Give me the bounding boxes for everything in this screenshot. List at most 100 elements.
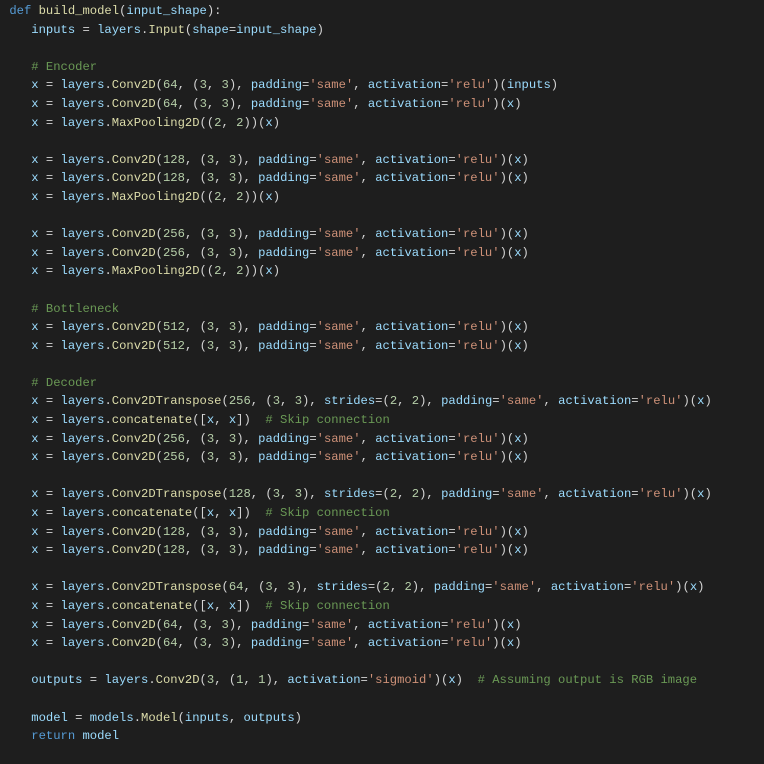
call-input: Input [148, 23, 185, 37]
code-line[interactable]: x = layers.concatenate([x, x]) # Skip co… [2, 413, 390, 427]
str: 'relu' [456, 432, 500, 446]
code-line[interactable]: x = layers.Conv2DTranspose(64, (3, 3), s… [2, 580, 704, 594]
str: 'relu' [456, 525, 500, 539]
num: 64 [163, 636, 178, 650]
code-line[interactable]: # Encoder [2, 60, 97, 74]
var-inputs: inputs [31, 23, 75, 37]
num: 2 [404, 580, 411, 594]
code-line[interactable]: x = layers.Conv2D(128, (3, 3), padding='… [2, 543, 529, 557]
num: 3 [207, 450, 214, 464]
code-line[interactable]: x = layers.Conv2DTranspose(128, (3, 3), … [2, 487, 712, 501]
var-x: x [31, 618, 38, 632]
code-line[interactable]: x = layers.concatenate([x, x]) # Skip co… [2, 599, 390, 613]
code-line[interactable]: x = layers.Conv2D(256, (3, 3), padding='… [2, 246, 529, 260]
var-x: x [31, 153, 38, 167]
code-line[interactable]: x = layers.Conv2D(128, (3, 3), padding='… [2, 171, 529, 185]
code-line[interactable]: x = layers.MaxPooling2D((2, 2))(x) [2, 116, 280, 130]
code-line[interactable]: x = layers.Conv2D(256, (3, 3), padding='… [2, 227, 529, 241]
var: x [507, 618, 514, 632]
code-line[interactable]: model = models.Model(inputs, outputs) [2, 711, 302, 725]
code-line[interactable]: def build_model(input_shape): [2, 4, 221, 18]
var-x: x [31, 320, 38, 334]
code-line[interactable]: x = layers.Conv2D(128, (3, 3), padding='… [2, 153, 529, 167]
num: 3 [200, 636, 207, 650]
num: 128 [163, 171, 185, 185]
code-line[interactable]: outputs = layers.Conv2D(3, (1, 1), activ… [2, 673, 697, 687]
arg: activation [375, 450, 448, 464]
mod-layers: layers [61, 171, 105, 185]
mod-layers: layers [61, 432, 105, 446]
var-x: x [31, 487, 38, 501]
num: 128 [163, 525, 185, 539]
num: 128 [163, 543, 185, 557]
code-line[interactable]: x = layers.MaxPooling2D((2, 2))(x) [2, 264, 280, 278]
code-line[interactable]: x = layers.Conv2D(64, (3, 3), padding='s… [2, 97, 522, 111]
var-x: x [31, 432, 38, 446]
num: 128 [163, 153, 185, 167]
call-conv2d: Conv2D [112, 525, 156, 539]
code-line[interactable]: # Bottleneck [2, 302, 119, 316]
var: x [229, 599, 236, 613]
code-line[interactable]: x = layers.Conv2D(128, (3, 3), padding='… [2, 525, 529, 539]
var-x: x [31, 413, 38, 427]
code-line[interactable]: x = layers.Conv2D(256, (3, 3), padding='… [2, 450, 529, 464]
num: 3 [229, 246, 236, 260]
mod-layers: layers [61, 153, 105, 167]
code-editor[interactable]: def build_model(input_shape): inputs = l… [0, 0, 764, 746]
str: 'same' [317, 320, 361, 334]
call-concat: concatenate [112, 599, 192, 613]
code-line[interactable]: return model [2, 729, 119, 743]
var: x [697, 487, 704, 501]
arg: padding [258, 320, 309, 334]
var-x: x [31, 246, 38, 260]
call-maxpool: MaxPooling2D [112, 190, 200, 204]
var-x: x [31, 171, 38, 185]
var: inputs [507, 78, 551, 92]
num: 3 [229, 171, 236, 185]
mod-layers: layers [61, 580, 105, 594]
comment-decoder: # Decoder [31, 376, 97, 390]
code-line[interactable]: x = layers.Conv2DTranspose(256, (3, 3), … [2, 394, 712, 408]
code-line[interactable]: x = layers.Conv2D(512, (3, 3), padding='… [2, 339, 529, 353]
code-line[interactable]: x = layers.Conv2D(64, (3, 3), padding='s… [2, 618, 522, 632]
arg: strides [317, 580, 368, 594]
call-conv2d: Conv2D [112, 246, 156, 260]
code-line[interactable]: x = layers.Conv2D(256, (3, 3), padding='… [2, 432, 529, 446]
var: x [507, 97, 514, 111]
str: 'relu' [448, 97, 492, 111]
code-line[interactable]: inputs = layers.Input(shape=input_shape) [2, 23, 324, 37]
var: x [229, 413, 236, 427]
code-line[interactable]: x = layers.Conv2D(64, (3, 3), padding='s… [2, 636, 522, 650]
arg: activation [375, 525, 448, 539]
mod-layers: layers [61, 97, 105, 111]
str: 'same' [492, 580, 536, 594]
code-line[interactable]: # Decoder [2, 376, 97, 390]
call-conv2d: Conv2D [112, 450, 156, 464]
num: 512 [163, 339, 185, 353]
code-line[interactable]: x = layers.concatenate([x, x]) # Skip co… [2, 506, 390, 520]
call-model: Model [141, 711, 178, 725]
num: 64 [163, 97, 178, 111]
call-concat: concatenate [112, 506, 192, 520]
str: 'relu' [456, 543, 500, 557]
code-line[interactable]: x = layers.Conv2D(512, (3, 3), padding='… [2, 320, 529, 334]
mod-layers: layers [61, 190, 105, 204]
num: 3 [200, 618, 207, 632]
mod-layers: layers [61, 506, 105, 520]
var-x: x [31, 580, 38, 594]
arg: padding [258, 246, 309, 260]
arg: padding [251, 618, 302, 632]
num: 2 [390, 487, 397, 501]
mod-layers: layers [61, 543, 105, 557]
mod-layers: layers [61, 116, 105, 130]
num: 3 [222, 636, 229, 650]
str: 'same' [500, 487, 544, 501]
str: 'relu' [456, 339, 500, 353]
var-x: x [31, 525, 38, 539]
num: 256 [163, 227, 185, 241]
code-line[interactable]: x = layers.MaxPooling2D((2, 2))(x) [2, 190, 280, 204]
num: 2 [236, 264, 243, 278]
keyword-return: return [31, 729, 75, 743]
str: 'relu' [639, 394, 683, 408]
code-line[interactable]: x = layers.Conv2D(64, (3, 3), padding='s… [2, 78, 558, 92]
